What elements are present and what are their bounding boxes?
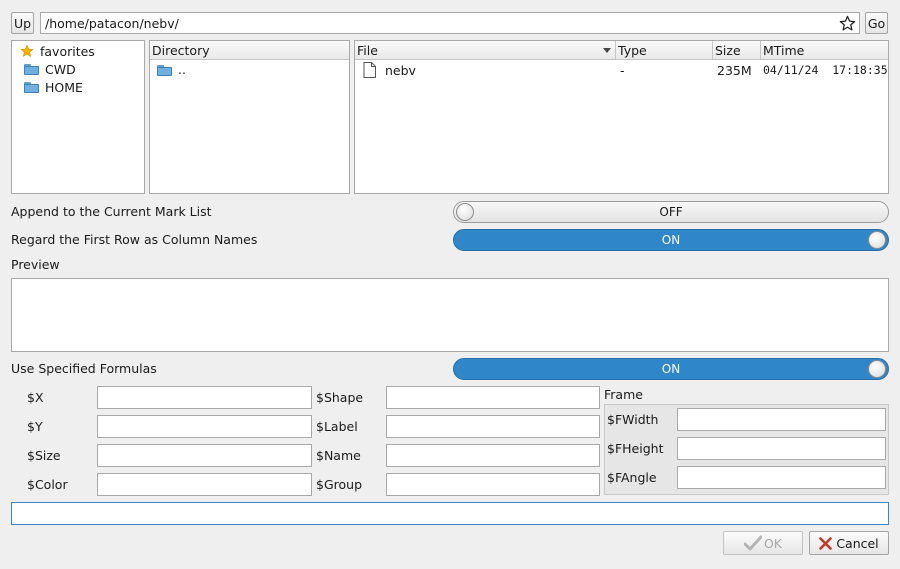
frame-group: $FWidth $FHeight $FAngle: [604, 404, 889, 495]
file-header-label: File: [357, 43, 378, 58]
folder-icon: [157, 65, 172, 76]
file-size: 235M: [717, 63, 752, 78]
formula-label-input[interactable]: [386, 415, 600, 438]
file-panel: File Type Size MTime nebv - 235M 04/11/2…: [354, 40, 889, 194]
formula-y-label: $Y: [27, 419, 43, 434]
mtime-column-header[interactable]: MTime: [761, 41, 888, 60]
formula-name-input[interactable]: [386, 444, 600, 467]
close-icon: [819, 536, 833, 550]
places-item-home[interactable]: HOME: [12, 79, 144, 97]
formula-group-label: $Group: [316, 477, 363, 492]
table-row[interactable]: nebv - 235M 04/11/24 17:18:35: [355, 62, 888, 80]
frame-width-input[interactable]: [677, 408, 886, 431]
path-input[interactable]: /home/patacon/nebv/: [40, 12, 860, 34]
append-toggle[interactable]: OFF: [453, 201, 889, 223]
toggle-knob: [456, 203, 474, 221]
cancel-button[interactable]: Cancel: [809, 531, 889, 555]
file-name: nebv: [385, 63, 416, 78]
formula-x-input[interactable]: [97, 386, 312, 409]
check-icon: [743, 535, 762, 551]
first-row-toggle-state: ON: [661, 233, 681, 247]
append-label: Append to the Current Mark List: [11, 204, 212, 219]
path-text: /home/patacon/nebv/: [45, 16, 179, 31]
frame-height-label: $FHeight: [607, 441, 664, 456]
formula-label-label: $Label: [316, 419, 358, 434]
places-item-label: favorites: [40, 44, 95, 59]
directory-item-label: ..: [178, 62, 186, 77]
formulas-toggle-state: ON: [661, 362, 681, 376]
formula-size-label: $Size: [27, 448, 61, 463]
folder-icon: [24, 82, 39, 93]
star-icon[interactable]: [839, 15, 856, 32]
go-button[interactable]: Go: [865, 12, 888, 34]
size-column-header[interactable]: Size: [713, 41, 760, 60]
formulas-label: Use Specified Formulas: [11, 361, 157, 376]
file-column-header[interactable]: File: [355, 41, 615, 60]
file-type: -: [620, 63, 625, 78]
cancel-label: Cancel: [836, 535, 879, 551]
frame-width-label: $FWidth: [607, 412, 659, 427]
frame-angle-input[interactable]: [677, 466, 886, 489]
toggle-knob: [868, 360, 886, 378]
formula-size-input[interactable]: [97, 444, 312, 467]
star-icon: [20, 44, 34, 57]
file-mtime: 04/11/24 17:18:35: [763, 63, 888, 77]
file-icon: [363, 62, 376, 78]
directory-panel: Directory ..: [149, 40, 350, 194]
formula-color-label: $Color: [27, 477, 68, 492]
places-item-label: CWD: [45, 62, 76, 77]
first-row-toggle[interactable]: ON: [453, 229, 889, 251]
places-item-label: HOME: [45, 80, 83, 95]
formula-y-input[interactable]: [97, 415, 312, 438]
up-button[interactable]: Up: [11, 12, 34, 34]
type-column-header[interactable]: Type: [616, 41, 712, 60]
ok-button[interactable]: OK: [723, 531, 803, 555]
places-item-favorites[interactable]: favorites: [12, 43, 144, 61]
folder-icon: [24, 64, 39, 75]
frame-angle-label: $FAngle: [607, 470, 657, 485]
sort-down-icon: [603, 48, 611, 53]
frame-title: Frame: [604, 387, 643, 402]
places-item-cwd[interactable]: CWD: [12, 61, 144, 79]
formula-shape-label: $Shape: [316, 390, 364, 405]
directory-item-parent[interactable]: ..: [150, 62, 349, 80]
formula-name-label: $Name: [316, 448, 361, 463]
places-panel: favorites CWD HOME: [11, 40, 145, 194]
first-row-label: Regard the First Row as Column Names: [11, 232, 258, 247]
formulas-toggle[interactable]: ON: [453, 358, 889, 380]
formula-x-label: $X: [27, 390, 44, 405]
formula-shape-input[interactable]: [386, 386, 600, 409]
append-toggle-state: OFF: [659, 205, 683, 219]
preview-area: [11, 278, 889, 352]
filename-input[interactable]: [11, 502, 889, 525]
ok-label: OK: [763, 535, 783, 551]
directory-column-header[interactable]: Directory: [150, 41, 349, 60]
formula-group-input[interactable]: [386, 473, 600, 496]
frame-height-input[interactable]: [677, 437, 886, 460]
formula-color-input[interactable]: [97, 473, 312, 496]
toggle-knob: [868, 231, 886, 249]
preview-label: Preview: [11, 257, 60, 272]
